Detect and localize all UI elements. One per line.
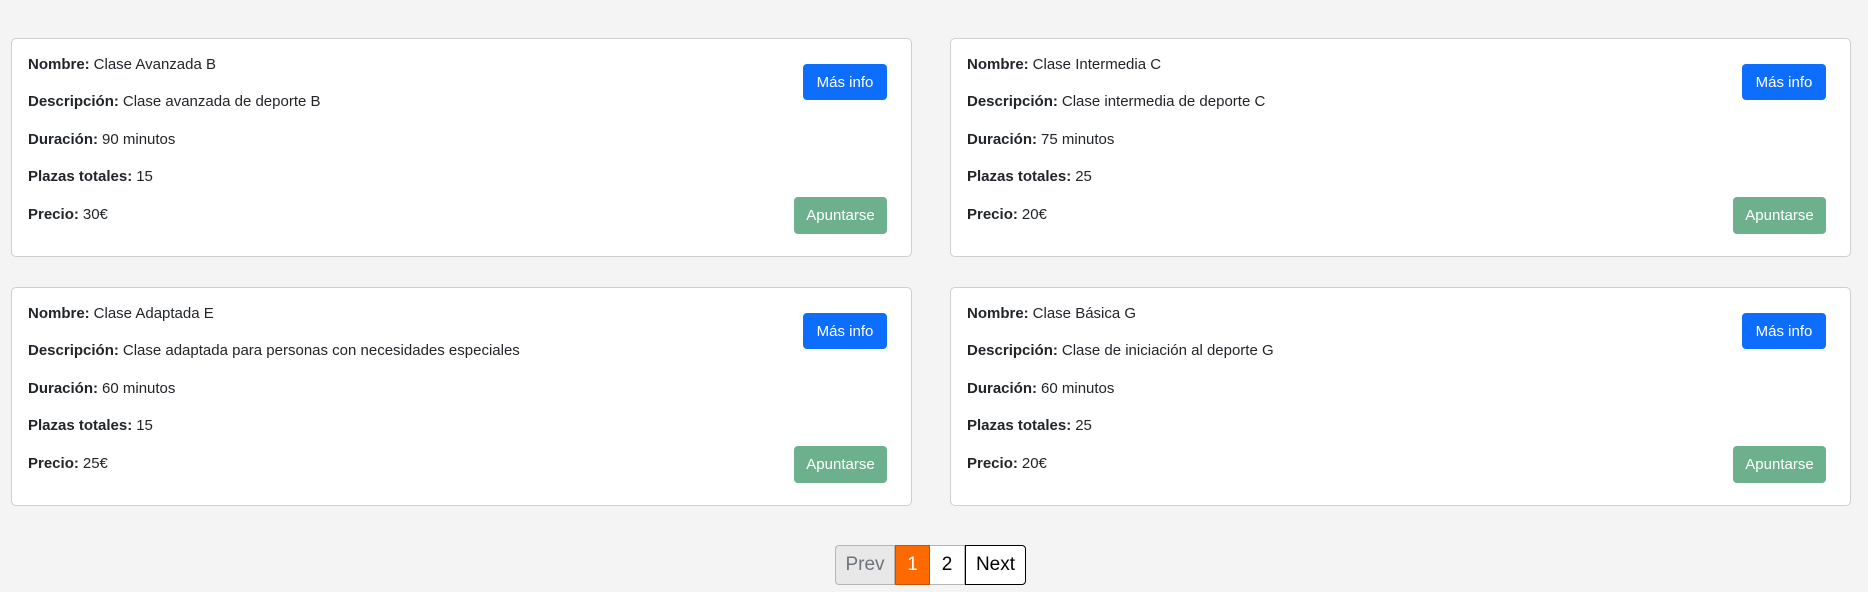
page-2-button[interactable]: 2 <box>930 545 965 585</box>
class-seats-field: Plazas totales: 15 <box>28 417 153 435</box>
class-price-value: 20€ <box>1021 206 1047 223</box>
class-seats-value: 25 <box>1075 417 1092 434</box>
class-name-value: Clase Básica G <box>1032 305 1137 322</box>
join-button[interactable]: Apuntarse <box>794 197 887 234</box>
class-price-field: Precio: 25€ <box>28 455 108 473</box>
name-label: Nombre: <box>28 305 90 322</box>
seats-label: Plazas totales: <box>28 417 133 434</box>
class-duration-value: 75 minutos <box>1041 131 1115 148</box>
duration-label: Duración: <box>28 380 99 397</box>
join-button[interactable]: Apuntarse <box>1733 446 1826 483</box>
seats-label: Plazas totales: <box>28 168 133 185</box>
class-description-field: Descripción: Clase de iniciación al depor… <box>967 342 1274 360</box>
class-duration-value: 60 minutos <box>102 380 176 397</box>
class-card: Nombre: Clase Adaptada E Descripción: Clas… <box>11 287 912 506</box>
duration-label: Duración: <box>967 380 1038 397</box>
class-name-value: Clase Intermedia C <box>1032 56 1162 73</box>
class-seats-value: 15 <box>136 168 153 185</box>
class-description-value: Clase de iniciación al deporte G <box>1061 342 1274 359</box>
class-description-field: Descripción: Clase intermedia de deporte … <box>967 93 1265 111</box>
more-info-button[interactable]: Más info <box>803 313 887 349</box>
description-label: Descripción: <box>28 342 119 359</box>
class-price-value: 30€ <box>82 206 108 223</box>
class-seats-field: Plazas totales: 25 <box>967 168 1092 186</box>
class-price-field: Precio: 30€ <box>28 206 108 224</box>
name-label: Nombre: <box>967 305 1029 322</box>
description-label: Descripción: <box>28 93 119 110</box>
price-label: Precio: <box>28 455 79 472</box>
class-duration-value: 60 minutos <box>1041 380 1115 397</box>
page-1-button[interactable]: 1 <box>895 545 930 585</box>
class-duration-field: Duración: 60 minutos <box>967 380 1114 398</box>
class-description-field: Descripción: Clase avanzada de deporte B <box>28 93 321 111</box>
name-label: Nombre: <box>967 56 1029 73</box>
pagination: Prev 1 2 Next <box>835 545 1026 585</box>
price-label: Precio: <box>28 206 79 223</box>
price-label: Precio: <box>967 455 1018 472</box>
class-duration-field: Duración: 75 minutos <box>967 131 1114 149</box>
seats-label: Plazas totales: <box>967 168 1072 185</box>
seats-label: Plazas totales: <box>967 417 1072 434</box>
class-seats-value: 15 <box>136 417 153 434</box>
next-page-button[interactable]: Next <box>965 545 1026 585</box>
description-label: Descripción: <box>967 342 1058 359</box>
more-info-button[interactable]: Más info <box>803 64 887 100</box>
class-duration-value: 90 minutos <box>102 131 176 148</box>
prev-page-button[interactable]: Prev <box>835 545 895 585</box>
class-seats-field: Plazas totales: 15 <box>28 168 153 186</box>
class-price-value: 25€ <box>82 455 108 472</box>
class-seats-field: Plazas totales: 25 <box>967 417 1092 435</box>
class-card: Nombre: Clase Avanzada B Descripción: Clas… <box>11 38 912 257</box>
name-label: Nombre: <box>28 56 90 73</box>
duration-label: Duración: <box>28 131 99 148</box>
class-description-value: Clase intermedia de deporte C <box>1061 93 1266 110</box>
class-name-field: Nombre: Clase Avanzada B <box>28 56 216 74</box>
join-button[interactable]: Apuntarse <box>1733 197 1826 234</box>
class-name-value: Clase Adaptada E <box>93 305 214 322</box>
class-name-field: Nombre: Clase Intermedia C <box>967 56 1161 74</box>
join-button[interactable]: Apuntarse <box>794 446 887 483</box>
class-seats-value: 25 <box>1075 168 1092 185</box>
class-card: Nombre: Clase Intermedia C Descripción: Cl… <box>950 38 1851 257</box>
class-list: Nombre: Clase Avanzada B Descripción: Clas… <box>0 0 1868 592</box>
description-label: Descripción: <box>967 93 1058 110</box>
price-label: Precio: <box>967 206 1018 223</box>
class-duration-field: Duración: 60 minutos <box>28 380 175 398</box>
class-card: Nombre: Clase Básica G Descripción: Clase … <box>950 287 1851 506</box>
class-price-field: Precio: 20€ <box>967 206 1047 224</box>
class-description-value: Clase avanzada de deporte B <box>122 93 321 110</box>
class-duration-field: Duración: 90 minutos <box>28 131 175 149</box>
more-info-button[interactable]: Más info <box>1742 313 1826 349</box>
class-description-value: Clase adaptada para personas con necesid… <box>122 342 520 359</box>
more-info-button[interactable]: Más info <box>1742 64 1826 100</box>
class-name-field: Nombre: Clase Adaptada E <box>28 305 214 323</box>
class-description-field: Descripción: Clase adaptada para personas… <box>28 342 520 360</box>
class-name-value: Clase Avanzada B <box>93 56 216 73</box>
class-name-field: Nombre: Clase Básica G <box>967 305 1136 323</box>
class-price-field: Precio: 20€ <box>967 455 1047 473</box>
class-price-value: 20€ <box>1021 455 1047 472</box>
duration-label: Duración: <box>967 131 1038 148</box>
